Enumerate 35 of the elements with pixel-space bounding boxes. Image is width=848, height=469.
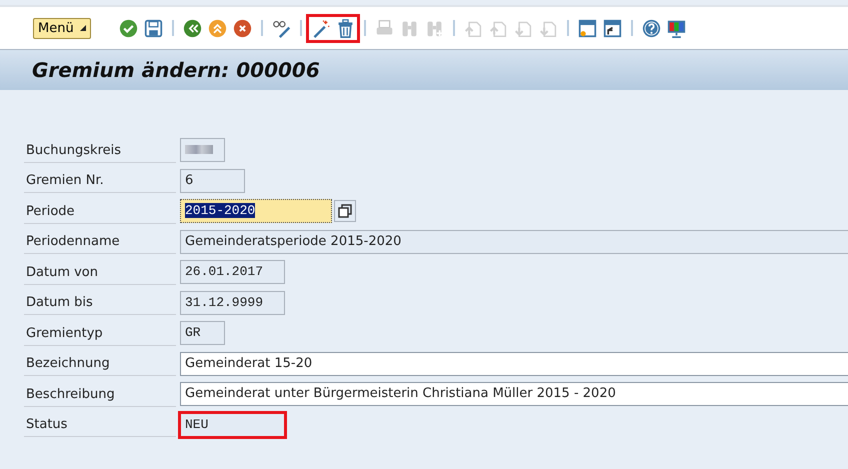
copy-icon [338, 204, 352, 218]
value-help-button[interactable] [334, 200, 356, 222]
input-field: 6 [180, 168, 245, 193]
input-field[interactable]: Gemeinderat 15-20 [180, 352, 848, 376]
shortcut-icon[interactable] [602, 18, 622, 38]
field-label: Bezeichnung [24, 351, 176, 376]
back-icon[interactable] [182, 18, 202, 38]
field-label: Gremientyp [24, 320, 176, 346]
glasses-pencil-icon[interactable] [272, 18, 291, 38]
check-icon[interactable] [118, 18, 138, 38]
field-label: Datum bis [24, 290, 176, 315]
field-label: Status [24, 412, 176, 437]
magic-wand-icon[interactable] [310, 18, 330, 38]
input-field[interactable]: 2015-2020 [180, 199, 332, 224]
cancel-icon[interactable] [232, 18, 252, 38]
input-field[interactable]: Gemeinderat unter Bürgermeisterin Christiana Müller 2015 - 2020 [180, 382, 848, 406]
save-icon[interactable] [144, 18, 163, 38]
field-label: Gremien Nr. [24, 168, 176, 193]
caret-icon [80, 25, 86, 31]
field-label: Periode [24, 198, 176, 224]
new-window-icon[interactable] [578, 18, 597, 38]
help-icon[interactable] [642, 18, 661, 38]
input-field: NEU [180, 412, 285, 437]
input-field: 26.01.2017 [180, 260, 285, 284]
trash-icon[interactable] [336, 18, 355, 38]
field-label: Periodenname [24, 229, 176, 254]
screen-title: Gremium ändern: 000006 [32, 58, 320, 82]
input-field: Gemeinderatsperiode 2015-2020 [180, 230, 848, 254]
field-label: Datum von [24, 260, 176, 284]
input-field: 31.12.9999 [180, 290, 285, 315]
field-label: Buchungskreis [24, 138, 176, 162]
monitor-icon[interactable] [666, 18, 686, 38]
input-field: GR [180, 321, 225, 346]
menu-button[interactable]: Menü [33, 18, 91, 38]
field-label: Beschreibung [24, 382, 176, 406]
